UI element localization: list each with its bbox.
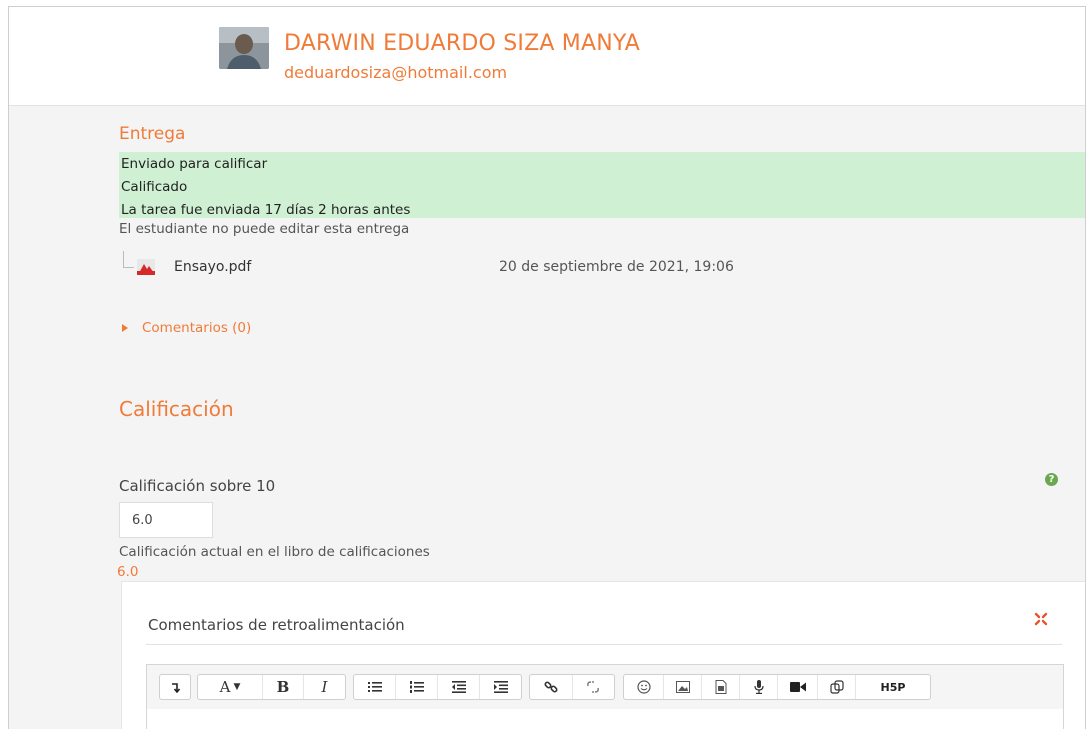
- collapse-icon[interactable]: [1034, 612, 1048, 626]
- user-full-name[interactable]: DARWIN EDUARDO SIZA MANYA: [284, 31, 640, 56]
- submitted-file-date: 20 de septiembre de 2021, 19:06: [499, 259, 734, 275]
- pdf-file-icon: [137, 259, 155, 275]
- submitted-file-link[interactable]: Ensayo.pdf: [174, 259, 251, 275]
- emoticon-icon[interactable]: [624, 675, 664, 699]
- assignment-grading-panel: DARWIN EDUARDO SIZA MANYA deduardosiza@h…: [8, 6, 1086, 729]
- feedback-divider: [146, 644, 1062, 645]
- bold-icon[interactable]: B: [263, 675, 304, 699]
- current-grade-label: Calificación actual en el libro de calif…: [119, 544, 430, 560]
- feedback-title: Comentarios de retroalimentación: [148, 616, 405, 634]
- editor-toolbar: A ▼ B I H5P: [146, 664, 1064, 710]
- collapse-toolbar-icon[interactable]: [160, 675, 190, 699]
- current-grade-value[interactable]: 6.0: [117, 564, 138, 580]
- user-header: DARWIN EDUARDO SIZA MANYA deduardosiza@h…: [9, 7, 1085, 106]
- outdent-icon[interactable]: [438, 675, 480, 699]
- h5p-icon[interactable]: H5P: [856, 675, 930, 699]
- record-audio-icon[interactable]: [740, 675, 778, 699]
- feedback-comments-card: Comentarios de retroalimentación A ▼ B I…: [121, 581, 1085, 729]
- comments-toggle-label: Comentarios (0): [142, 320, 252, 336]
- status-graded: Calificado: [121, 179, 188, 195]
- grade-label: Calificación sobre 10: [119, 477, 276, 495]
- ordered-list-icon[interactable]: [396, 675, 438, 699]
- feedback-editor-textarea[interactable]: [146, 709, 1064, 729]
- grading-section-title: Calificación: [119, 397, 234, 421]
- indent-icon[interactable]: [480, 675, 521, 699]
- unlink-icon[interactable]: [573, 675, 615, 699]
- h5p-label: H5P: [880, 680, 906, 694]
- record-video-icon[interactable]: [778, 675, 818, 699]
- comments-toggle[interactable]: Comentarios (0): [122, 320, 251, 336]
- expand-triangle-icon: [122, 324, 128, 332]
- submission-section-title: Entrega: [119, 124, 186, 144]
- file-tree-connector: [123, 251, 134, 268]
- manage-files-icon[interactable]: [818, 675, 856, 699]
- grade-input[interactable]: [119, 502, 213, 538]
- user-email: deduardosiza@hotmail.com: [284, 63, 508, 82]
- italic-icon[interactable]: I: [304, 675, 345, 699]
- help-icon[interactable]: ?: [1045, 473, 1058, 486]
- user-avatar: [219, 27, 269, 69]
- media-icon[interactable]: [702, 675, 740, 699]
- link-icon[interactable]: [530, 675, 573, 699]
- edit-restriction-note: El estudiante no puede editar esta entre…: [119, 221, 410, 237]
- unordered-list-icon[interactable]: [354, 675, 396, 699]
- image-icon[interactable]: [664, 675, 702, 699]
- submission-status-box: Enviado para calificar Calificado La tar…: [119, 152, 1085, 218]
- status-submitted: Enviado para calificar: [121, 156, 268, 172]
- status-submitted-early: La tarea fue enviada 17 días 2 horas ant…: [121, 202, 411, 218]
- font-style-icon[interactable]: A ▼: [198, 675, 263, 699]
